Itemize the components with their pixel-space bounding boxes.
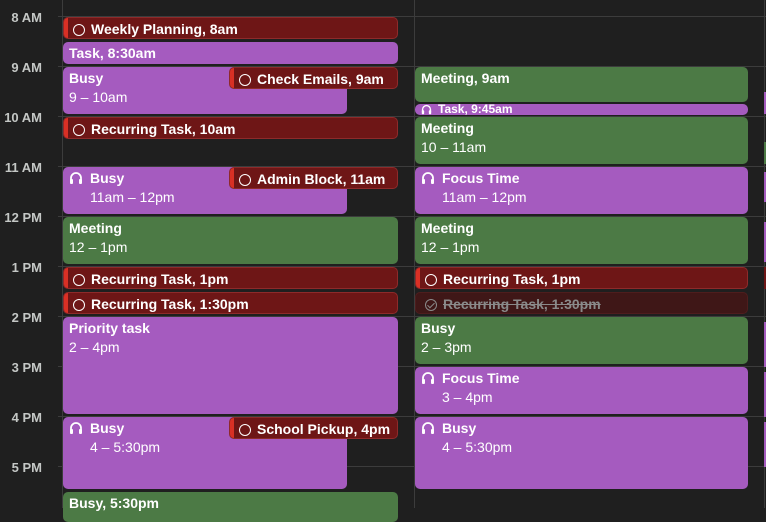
- ring-icon: [73, 299, 85, 311]
- event-recurring-130pm-done[interactable]: Recurring Task, 1:30pm: [415, 292, 748, 314]
- task-accent-bar: [64, 118, 68, 138]
- event-time: 4 – 5:30pm: [442, 439, 513, 455]
- event-title: Busy: [90, 420, 125, 436]
- ring-icon: [239, 424, 251, 436]
- event-title: Busy: [442, 420, 477, 436]
- event-recurring-1pm-col2[interactable]: Recurring Task, 1pm: [415, 267, 748, 289]
- event-title: Busy: [90, 170, 125, 186]
- event-priority-task[interactable]: Priority task 2 – 4pm: [63, 317, 398, 414]
- time-label-12pm: 12 PM: [4, 210, 42, 225]
- event-focus-3[interactable]: Focus Time 3 – 4pm: [415, 367, 748, 414]
- time-label-1pm: 1 PM: [11, 260, 42, 275]
- event-title: Busy, 5:30pm: [69, 495, 159, 511]
- time-gutter: 8 AM 9 AM 10 AM 11 AM 12 PM 1 PM 2 PM 3 …: [0, 0, 62, 508]
- event-title: Meeting: [421, 120, 474, 136]
- event-title: Busy: [421, 320, 456, 336]
- event-title: Focus Time: [442, 170, 520, 186]
- ring-icon: [73, 24, 85, 36]
- event-busy-530[interactable]: Busy, 5:30pm: [63, 492, 398, 522]
- ring-icon: [239, 74, 251, 86]
- event-time: 2 – 3pm: [421, 339, 472, 355]
- event-meeting-12[interactable]: Meeting 12 – 1pm: [63, 217, 398, 264]
- task-accent-bar: [230, 418, 234, 438]
- event-title: Task, 8:30am: [69, 45, 156, 61]
- event-time: 10 – 11am: [421, 139, 487, 155]
- event-weekly-planning[interactable]: Weekly Planning, 8am: [63, 17, 398, 39]
- time-label-4pm: 4 PM: [11, 410, 42, 425]
- task-accent-bar: [230, 168, 234, 188]
- check-circle-icon: [425, 299, 437, 311]
- headphones-icon: [69, 171, 83, 185]
- headphones-icon: [421, 421, 435, 435]
- event-time: 11am – 12pm: [442, 189, 527, 205]
- event-time: 4 – 5:30pm: [90, 439, 161, 455]
- task-accent-bar: [416, 268, 420, 288]
- event-meeting-10[interactable]: Meeting 10 – 11am: [415, 117, 748, 164]
- task-accent-bar: [64, 293, 68, 313]
- headphones-icon: [421, 371, 435, 385]
- event-recurring-130pm[interactable]: Recurring Task, 1:30pm: [63, 292, 398, 314]
- event-title: School Pickup, 4pm: [257, 421, 391, 437]
- event-title: Recurring Task, 1:30pm: [91, 296, 249, 312]
- event-task-945[interactable]: Task, 9:45am: [415, 104, 748, 115]
- event-title: Meeting, 9am: [421, 70, 510, 86]
- event-title: Meeting: [421, 220, 474, 236]
- event-title: Admin Block, 11am: [257, 171, 386, 187]
- event-recurring-10am[interactable]: Recurring Task, 10am: [63, 117, 398, 139]
- event-title: Focus Time: [442, 370, 520, 386]
- event-title: Recurring Task, 10am: [91, 121, 236, 137]
- event-title: Check Emails, 9am: [257, 71, 384, 87]
- headphones-icon: [69, 421, 83, 435]
- event-focus-11[interactable]: Focus Time 11am – 12pm: [415, 167, 748, 214]
- event-title: Priority task: [69, 320, 150, 336]
- event-time: 9 – 10am: [69, 89, 128, 105]
- time-label-10am: 10 AM: [4, 110, 42, 125]
- event-meeting-9[interactable]: Meeting, 9am: [415, 67, 748, 102]
- ring-icon: [73, 124, 85, 136]
- time-label-8am: 8 AM: [11, 10, 42, 25]
- event-title: Recurring Task, 1pm: [443, 271, 581, 287]
- task-accent-bar: [230, 68, 234, 88]
- event-title: Weekly Planning, 8am: [91, 21, 238, 37]
- headphones-icon: [421, 104, 432, 115]
- event-school-pickup[interactable]: School Pickup, 4pm: [229, 417, 398, 439]
- event-busy-4-col2[interactable]: Busy 4 – 5:30pm: [415, 417, 748, 489]
- event-title: Recurring Task, 1:30pm: [443, 296, 601, 312]
- ring-icon: [73, 274, 85, 286]
- event-task-830[interactable]: Task, 8:30am: [63, 42, 398, 64]
- task-accent-bar: [64, 268, 68, 288]
- task-accent-bar: [64, 18, 68, 38]
- event-title: Meeting: [69, 220, 122, 236]
- time-label-9am: 9 AM: [11, 60, 42, 75]
- time-label-3pm: 3 PM: [11, 360, 42, 375]
- event-time: 12 – 1pm: [69, 239, 128, 255]
- event-recurring-1pm[interactable]: Recurring Task, 1pm: [63, 267, 398, 289]
- time-label-11am: 11 AM: [4, 160, 42, 175]
- headphones-icon: [421, 171, 435, 185]
- event-busy-2-col2[interactable]: Busy 2 – 3pm: [415, 317, 748, 364]
- ring-icon: [425, 274, 437, 286]
- event-time: 2 – 4pm: [69, 339, 120, 355]
- event-time: 12 – 1pm: [421, 239, 480, 255]
- time-label-5pm: 5 PM: [11, 460, 42, 475]
- event-title: Task, 9:45am: [438, 104, 513, 115]
- event-admin-block[interactable]: Admin Block, 11am: [229, 167, 398, 189]
- time-label-2pm: 2 PM: [11, 310, 42, 325]
- event-time: 11am – 12pm: [90, 189, 175, 205]
- event-time: 3 – 4pm: [442, 389, 493, 405]
- event-meeting-12-col2[interactable]: Meeting 12 – 1pm: [415, 217, 748, 264]
- ring-icon: [239, 174, 251, 186]
- event-check-emails[interactable]: Check Emails, 9am: [229, 67, 398, 89]
- event-title: Recurring Task, 1pm: [91, 271, 229, 287]
